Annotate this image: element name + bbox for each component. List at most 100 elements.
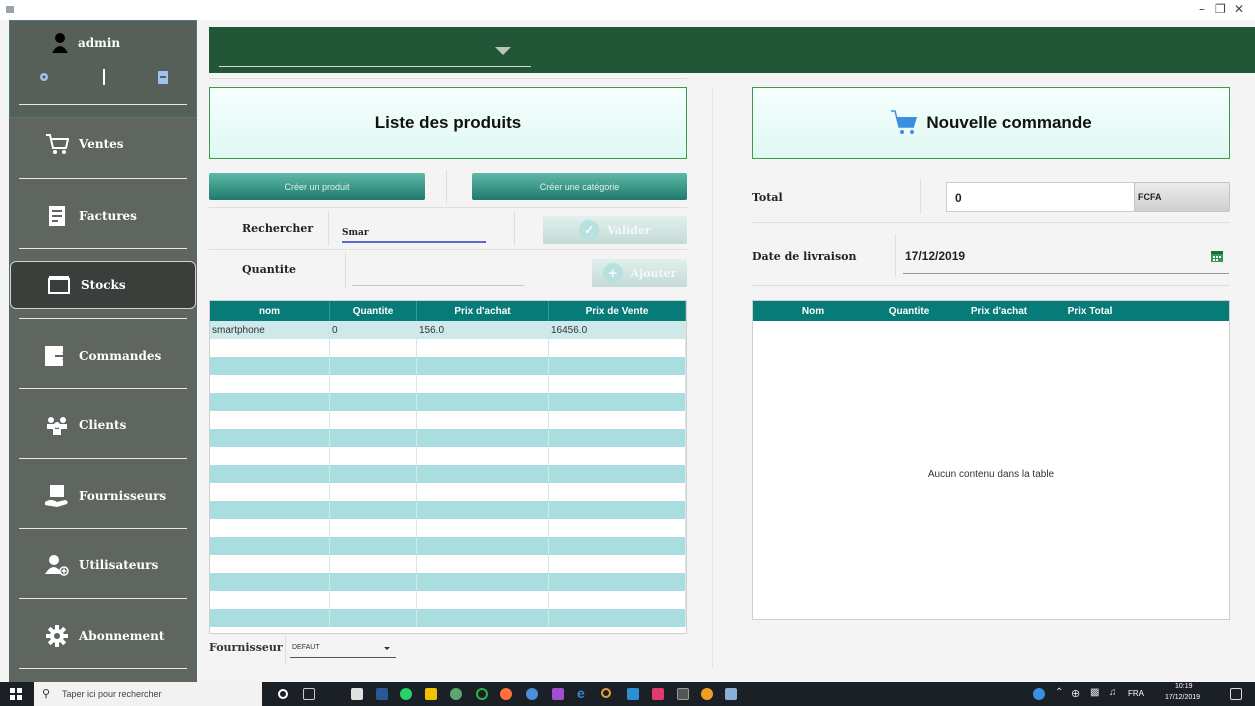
whatsapp-icon[interactable] [400, 688, 412, 700]
vscode-icon[interactable] [627, 688, 639, 700]
nav-abonnement[interactable]: Abonnement [9, 612, 197, 660]
invoice-icon [45, 204, 69, 228]
column-header[interactable]: Prix de Vente [549, 301, 686, 321]
firefox-icon[interactable] [500, 688, 512, 700]
table-row-empty[interactable] [210, 375, 686, 393]
table-row-empty[interactable] [210, 465, 686, 483]
task-view-icon[interactable] [303, 688, 315, 700]
table-row-empty[interactable] [210, 429, 686, 447]
app-orange-icon[interactable] [701, 688, 713, 700]
table-cell [210, 357, 330, 375]
cortana-icon[interactable] [278, 689, 288, 699]
table-row-empty[interactable] [210, 555, 686, 573]
column-header[interactable]: Prix d'achat [945, 301, 1053, 321]
delivery-date-label: Date de livraison [752, 250, 857, 263]
column-header[interactable]: nom [210, 301, 330, 321]
chevron-down-icon[interactable] [495, 47, 511, 55]
edge-icon[interactable]: e [577, 685, 589, 701]
windows-start-icon[interactable] [10, 688, 22, 700]
table-row-empty[interactable] [210, 573, 686, 591]
nav-clients[interactable]: Clients [9, 401, 197, 449]
clock-time[interactable]: 10:19 [1175, 683, 1193, 690]
table-row[interactable]: smartphone 0 156.0 16456.0 [210, 321, 686, 339]
app-purple-icon[interactable] [552, 688, 564, 700]
chrome-icon[interactable] [526, 688, 538, 700]
java-app-icon[interactable] [725, 688, 737, 700]
close-button[interactable]: ✕ [1234, 2, 1244, 16]
chevron-up-icon[interactable]: ⌃ [1055, 687, 1063, 698]
nav-label: Factures [79, 209, 137, 223]
table-row-empty[interactable] [210, 357, 686, 375]
column-header[interactable]: Prix d'achat [417, 301, 549, 321]
nav-label: Clients [79, 418, 127, 432]
taskbar: ⚲ Taper ici pour rechercher e ⌃ ⊕ ▩ ♫ FR… [0, 682, 1255, 706]
column-header[interactable]: Nom [753, 301, 873, 321]
table-row-empty[interactable] [210, 501, 686, 519]
table-row-empty[interactable] [210, 447, 686, 465]
taskbar-search-box[interactable]: ⚲ Taper ici pour rechercher [34, 682, 262, 706]
app-pink-icon[interactable] [652, 688, 664, 700]
table-cell [549, 429, 686, 447]
order-table[interactable]: Nom Quantite Prix d'achat Prix Total Auc… [752, 300, 1230, 620]
app-circle-icon[interactable] [476, 688, 488, 700]
table-row-empty[interactable] [210, 609, 686, 627]
delivery-date-picker[interactable]: 17/12/2019 [903, 240, 1229, 274]
table-row-empty[interactable] [210, 591, 686, 609]
column-header[interactable]: Quantite [873, 301, 945, 321]
logout-icon[interactable] [158, 70, 168, 84]
column-header[interactable]: Quantite [330, 301, 417, 321]
nav-label: Stocks [81, 278, 126, 292]
quantity-input[interactable] [352, 262, 524, 286]
restore-button[interactable]: ❐ [1215, 2, 1226, 16]
nav-utilisateurs[interactable]: Utilisateurs [9, 541, 197, 589]
settings-icon[interactable] [38, 71, 50, 83]
table-row-empty[interactable] [210, 519, 686, 537]
order-header: Nouvelle commande [752, 87, 1230, 159]
terminal-icon[interactable] [677, 688, 689, 700]
nav-commandes[interactable]: Commandes [9, 332, 197, 380]
search-app-icon[interactable] [601, 688, 611, 698]
total-field[interactable]: 0 [946, 182, 1135, 212]
column-header[interactable]: Prix Total [1053, 301, 1127, 321]
table-cell [417, 411, 549, 429]
explorer-icon[interactable] [425, 688, 437, 700]
table-cell [210, 447, 330, 465]
word-icon[interactable] [376, 688, 388, 700]
validate-button[interactable]: ✓ Valider [543, 216, 687, 244]
app-green-icon[interactable] [450, 688, 462, 700]
create-category-button[interactable]: Créer une catégorie [472, 173, 687, 200]
add-button[interactable]: + Ajouter [592, 259, 687, 287]
table-cell [417, 519, 549, 537]
order-title: Nouvelle commande [926, 113, 1092, 132]
calendar-icon[interactable] [1211, 250, 1223, 262]
language-indicator[interactable]: FRA [1128, 689, 1144, 698]
network-icon[interactable]: ⊕ [1071, 687, 1080, 700]
create-product-button[interactable]: Créer un produit [209, 173, 425, 200]
table-row-empty[interactable] [210, 411, 686, 429]
nav-ventes[interactable]: Ventes [9, 120, 197, 168]
table-row-empty[interactable] [210, 393, 686, 411]
table-cell: 0 [330, 321, 417, 339]
top-bar [209, 27, 1255, 73]
table-cell [330, 375, 417, 393]
notification-icon[interactable] [1230, 688, 1242, 700]
table-row-empty[interactable] [210, 339, 686, 357]
help-icon[interactable] [1033, 688, 1045, 700]
store-icon[interactable] [351, 688, 363, 700]
nav-factures[interactable]: Factures [9, 192, 197, 240]
top-dropdown[interactable] [219, 66, 531, 67]
minimize-button[interactable]: – [1199, 2, 1205, 16]
table-row-empty[interactable] [210, 537, 686, 555]
battery-icon[interactable]: ▩ [1090, 687, 1099, 698]
volume-icon[interactable]: ♫ [1109, 687, 1117, 698]
table-cell [330, 519, 417, 537]
clock-date[interactable]: 17/12/2019 [1165, 694, 1200, 701]
search-input[interactable]: Smar [342, 222, 486, 243]
create-product-label: Créer un produit [284, 181, 350, 192]
products-table[interactable]: nom Quantite Prix d'achat Prix de Vente … [209, 300, 687, 634]
nav-fournisseurs[interactable]: Fournisseurs [9, 472, 197, 520]
nav-stocks[interactable]: Stocks [10, 261, 196, 309]
table-row-empty[interactable] [210, 483, 686, 501]
supplier-select[interactable]: DEFAUT [290, 642, 396, 658]
currency-button[interactable]: FCFA [1134, 182, 1230, 212]
